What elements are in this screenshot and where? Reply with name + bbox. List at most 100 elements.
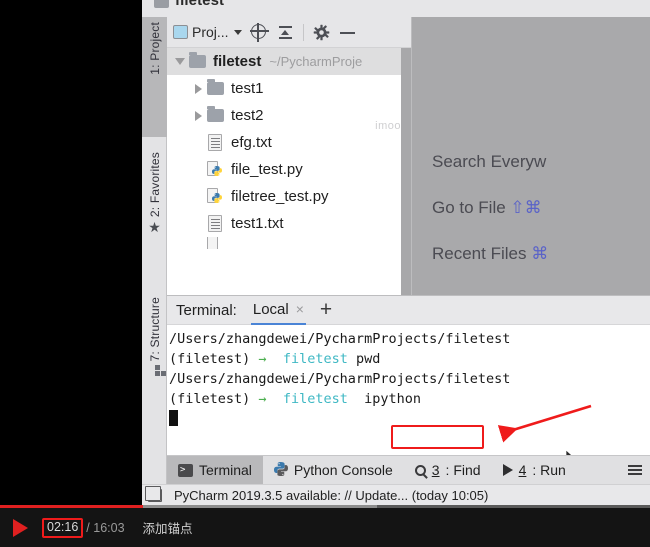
terminal-arrow-icon: →	[258, 351, 267, 367]
sidebar-item-project-label: 1: Project	[147, 22, 162, 75]
terminal-line: /Users/zhangdewei/PycharmProjects/filete…	[169, 371, 511, 387]
total-time-value: 16:03	[93, 520, 125, 535]
tab-run-label: : Run	[532, 462, 566, 478]
tab-run[interactable]: 4: Run	[492, 456, 577, 485]
window-title-bar: filetest	[142, 0, 650, 17]
tree-item-label: file_test.py	[231, 161, 303, 178]
sidebar-item-structure[interactable]: 7: Structure	[142, 292, 167, 427]
add-terminal-icon[interactable]: +	[320, 299, 332, 320]
tree-row[interactable]: file_test.py	[167, 156, 411, 183]
tab-python-console[interactable]: Python Console	[263, 456, 404, 485]
tab-terminal[interactable]: Terminal	[167, 455, 263, 485]
tab-python-console-label: Python Console	[293, 462, 393, 478]
collapse-all-icon[interactable]	[277, 24, 294, 41]
tree-row[interactable]: filetree_test.py	[167, 183, 411, 210]
terminal-command-highlighted: ipython	[364, 391, 422, 407]
status-bar: PyCharm 2019.3.5 available: // Update...…	[142, 484, 650, 505]
hint-label: Search Everyw	[432, 152, 547, 171]
hint-label: Go to File	[432, 198, 511, 217]
tab-find[interactable]: 3: Find	[404, 456, 492, 485]
player-controls: 02:16 / 16:03 添加锚点	[0, 508, 650, 547]
text-file-icon	[205, 134, 225, 151]
window-title: filetest	[175, 0, 225, 9]
list-menu-icon[interactable]	[628, 464, 642, 476]
tree-row[interactable]: test1.txt	[167, 210, 411, 237]
project-view-icon	[173, 25, 188, 39]
terminal-icon	[178, 463, 193, 477]
hint-search-everywhere: Search Everyw	[432, 152, 548, 172]
editor-empty-area: Search Everyw Go to File ⇧⌘ Recent Files…	[412, 17, 650, 295]
settings-gear-icon[interactable]	[313, 24, 330, 41]
sidebar-item-project[interactable]: 1: Project	[142, 17, 167, 137]
add-anchor-button[interactable]: 添加锚点	[143, 518, 193, 537]
editor-hint-list: Search Everyw Go to File ⇧⌘ Recent Files…	[432, 152, 548, 290]
hint-label: Recent Files	[432, 244, 532, 263]
pycharm-window: filetest 1: Project 2: Favorites ★ 7: St…	[142, 0, 650, 505]
hint-go-to-file: Go to File ⇧⌘	[432, 198, 548, 218]
hint-recent-files: Recent Files ⌘	[432, 244, 548, 264]
sidebar-item-favorites[interactable]: 2: Favorites ★	[142, 147, 167, 282]
left-tool-strip: 1: Project 2: Favorites ★ 7: Structure	[142, 17, 167, 505]
text-file-icon	[205, 215, 225, 232]
current-time: 02:16	[42, 517, 84, 538]
toolbar-divider	[302, 23, 304, 41]
chevron-down-icon[interactable]	[173, 58, 187, 65]
play-icon	[502, 464, 513, 476]
screenshot-root: filetest 1: Project 2: Favorites ★ 7: St…	[0, 0, 650, 547]
close-icon[interactable]: ×	[296, 302, 304, 316]
hint-shortcut: ⇧⌘	[510, 198, 542, 217]
minimize-icon[interactable]	[339, 24, 356, 41]
search-icon	[414, 464, 426, 476]
play-icon[interactable]	[13, 518, 28, 537]
terminal-header: Terminal: Local × +	[167, 296, 650, 325]
terminal-output[interactable]: /Users/zhangdewei/PycharmProjects/filete…	[167, 325, 650, 466]
tree-row[interactable]: test1	[167, 75, 411, 102]
project-file-tree[interactable]: filetest ~/PycharmProje test1 test2 efg.…	[167, 48, 411, 295]
terminal-line: /Users/zhangdewei/PycharmProjects/filete…	[169, 331, 511, 347]
chevron-right-icon[interactable]	[191, 83, 205, 94]
terminal-tab-local[interactable]: Local ×	[250, 296, 306, 325]
project-view-label: Proj...	[192, 24, 229, 40]
layout-icon[interactable]	[145, 485, 162, 502]
video-player-bar: 02:16 / 16:03 添加锚点	[0, 505, 650, 547]
terminal-env: (filetest)	[169, 351, 251, 367]
annotation-arrow-icon	[497, 404, 592, 443]
project-panel: Proj... filetest ~/PycharmProje test1 te…	[167, 17, 412, 295]
chevron-right-icon[interactable]	[191, 110, 205, 121]
hint-shortcut: ⌘	[531, 244, 549, 263]
terminal-branch: filetest	[282, 351, 348, 367]
project-view-select[interactable]: Proj...	[173, 24, 242, 40]
terminal-label: Terminal:	[176, 301, 237, 319]
tree-root-label: filetest	[213, 53, 262, 70]
terminal-line: (filetest) → filetest pwd	[169, 349, 650, 369]
tree-row-root[interactable]: filetest ~/PycharmProje	[167, 48, 411, 75]
tab-terminal-label: Terminal	[199, 462, 252, 478]
tree-row-clipped[interactable]	[167, 237, 411, 249]
time-separator: /	[86, 520, 90, 535]
terminal-branch: filetest	[282, 391, 348, 407]
python-file-icon	[205, 237, 225, 249]
video-letterbox-left	[0, 0, 142, 505]
folder-icon	[187, 52, 207, 68]
status-message[interactable]: PyCharm 2019.3.5 available: // Update...…	[174, 488, 488, 503]
python-file-icon	[205, 188, 225, 205]
terminal-cursor	[169, 410, 178, 426]
chevron-down-icon	[233, 29, 242, 35]
terminal-tab-label: Local	[252, 300, 289, 318]
project-toolbar: Proj...	[167, 17, 411, 48]
tree-item-label: test1.txt	[231, 215, 284, 232]
tree-scrollbar[interactable]	[401, 48, 411, 295]
folder-icon	[205, 79, 225, 95]
sidebar-item-structure-label: 7: Structure	[147, 297, 162, 362]
tree-item-label: test1	[231, 80, 264, 97]
terminal-arrow-icon: →	[258, 391, 267, 407]
project-folder-icon	[154, 0, 169, 8]
sidebar-item-favorites-label: 2: Favorites	[147, 152, 162, 218]
tab-find-label: : Find	[445, 462, 481, 478]
locate-target-icon[interactable]	[249, 22, 269, 42]
tree-item-label: efg.txt	[231, 134, 272, 151]
terminal-command: pwd	[356, 351, 381, 367]
tree-item-label: filetree_test.py	[231, 188, 329, 205]
python-icon	[273, 461, 288, 479]
tree-row[interactable]: efg.txt	[167, 129, 411, 156]
